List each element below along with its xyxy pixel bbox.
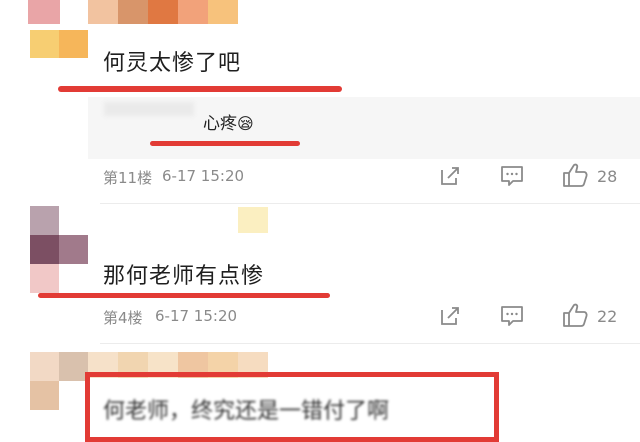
comment-text: 何老师，终究还是一错付了啊 <box>103 399 390 424</box>
share-icon[interactable] <box>438 164 462 188</box>
comment-icon[interactable] <box>499 304 525 328</box>
comment-icon[interactable] <box>499 164 525 188</box>
highlight-underline <box>150 141 300 146</box>
highlight-underline <box>38 293 330 298</box>
share-icon[interactable] <box>438 304 462 328</box>
like-count: 22 <box>597 307 618 326</box>
reply-text: 心疼😪 <box>203 109 254 134</box>
divider <box>100 343 640 344</box>
sleepy-face-icon: 😪 <box>237 114 254 133</box>
floor-label: 第11楼 <box>103 169 153 187</box>
timestamp: 6-17 15:20 <box>162 167 245 185</box>
avatar[interactable] <box>0 352 88 410</box>
thumbs-up-icon[interactable] <box>561 162 589 188</box>
username[interactable] <box>238 207 268 233</box>
avatar[interactable] <box>0 206 88 294</box>
timestamp: 6-17 15:20 <box>155 307 238 325</box>
username[interactable] <box>88 0 238 26</box>
avatar[interactable] <box>0 0 88 60</box>
like-count: 28 <box>597 167 618 186</box>
floor-label: 第4楼 <box>103 309 143 327</box>
thumbs-up-icon[interactable] <box>561 302 589 328</box>
highlight-underline <box>58 86 342 92</box>
reply-author[interactable] <box>104 102 194 116</box>
reply-text-label: 心疼 <box>203 114 237 134</box>
comment-text: 那何老师有点惨 <box>103 264 265 289</box>
divider <box>100 203 640 204</box>
comment-text: 何灵太惨了吧 <box>103 51 242 76</box>
